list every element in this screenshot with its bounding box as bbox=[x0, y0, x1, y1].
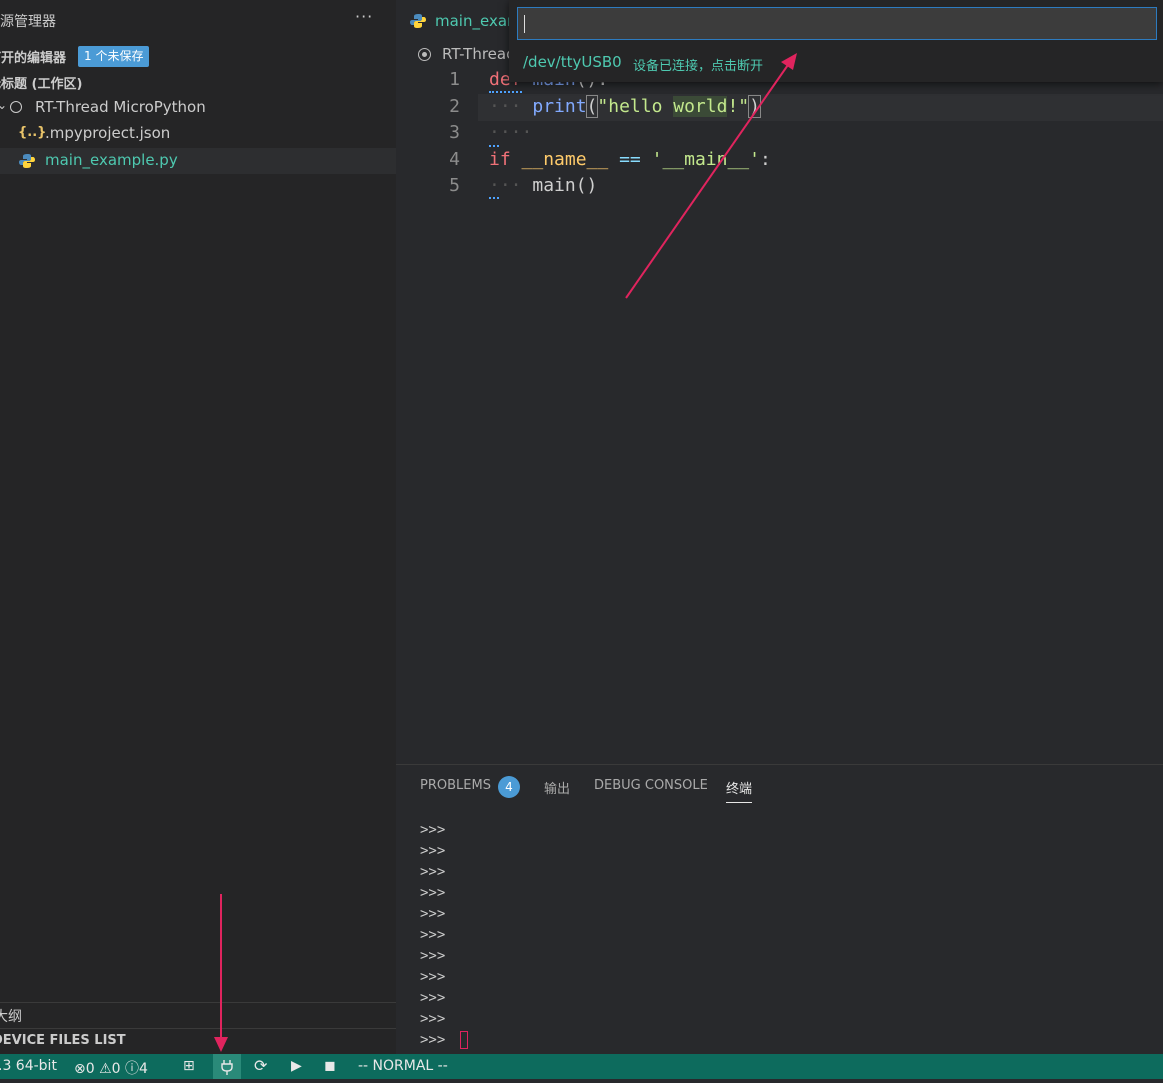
terminal-line: >>> bbox=[420, 990, 446, 1006]
python-interpreter[interactable]: .3 64-bit bbox=[0, 1058, 57, 1074]
add-square-icon[interactable]: ⊞ bbox=[183, 1058, 195, 1074]
lint-squiggle bbox=[489, 88, 522, 93]
json-icon: {..} bbox=[18, 125, 47, 140]
explorer-header: 资源管理器 ··· bbox=[0, 0, 396, 42]
outline-label: 大纲 bbox=[0, 1009, 22, 1025]
connect-device-button[interactable] bbox=[213, 1054, 241, 1079]
terminal-line: >>> bbox=[420, 864, 446, 880]
workspace-label: 无标题 (工作区) bbox=[0, 77, 83, 92]
bottom-panel: PROBLEMS 4 输出 DEBUG CONSOLE 终端 >>> >>> >… bbox=[396, 764, 1163, 1055]
text-cursor bbox=[524, 15, 525, 33]
tab-debug-console[interactable]: DEBUG CONSOLE bbox=[594, 778, 708, 793]
breadcrumb-text: RT-Threac bbox=[442, 45, 515, 63]
tree-item-project-folder[interactable]: ⌄ RT-Thread MicroPython bbox=[0, 95, 396, 121]
explorer-sidebar: 资源管理器 ··· 打开的编辑器 1 个未保存 无标题 (工作区) ⌄ RT-T… bbox=[0, 0, 396, 1054]
code-line-2[interactable]: ··· print("hello world!") bbox=[489, 95, 761, 118]
tab-problems[interactable]: PROBLEMS bbox=[420, 778, 491, 793]
terminal-line: >>> bbox=[420, 885, 446, 901]
workspace-section[interactable]: 无标题 (工作区) bbox=[0, 69, 396, 95]
run-icon[interactable]: ▶ bbox=[291, 1058, 302, 1074]
quick-pick-input[interactable] bbox=[517, 7, 1157, 40]
tab-label: main_exar bbox=[435, 12, 514, 30]
terminal-prompt[interactable]: >>> bbox=[420, 1032, 445, 1048]
plug-icon bbox=[221, 1060, 233, 1075]
info-icon: ⓘ bbox=[125, 1061, 140, 1077]
lint-squiggle bbox=[489, 142, 499, 147]
tab-terminal[interactable]: 终端 bbox=[726, 778, 753, 803]
target-icon bbox=[418, 48, 431, 61]
quick-pick-dropdown: /dev/ttyUSB0 设备已连接，点击断开 bbox=[509, 0, 1163, 82]
code-line-3[interactable]: ···· bbox=[489, 122, 532, 143]
sync-icon[interactable]: ⟳ bbox=[254, 1056, 267, 1075]
status-bar: .3 64-bit ⊗0 ⚠0 ⓘ4 ⊞ ⟳ ▶ ◼ -- NORMAL -- bbox=[0, 1054, 1163, 1079]
chevron-down-icon: ⌄ bbox=[0, 98, 8, 112]
open-editors-label: 打开的编辑器 bbox=[0, 51, 67, 66]
line-number: 5 bbox=[449, 175, 460, 196]
warning-icon: ⚠ bbox=[99, 1061, 112, 1077]
device-item-description[interactable]: 设备已连接，点击断开 bbox=[633, 55, 763, 74]
problems-summary[interactable]: ⊗0 ⚠0 ⓘ4 bbox=[74, 1058, 148, 1078]
terminal-line: >>> bbox=[420, 822, 446, 838]
terminal-line: >>> bbox=[420, 843, 446, 859]
python-icon bbox=[410, 14, 426, 28]
device-item-label[interactable]: /dev/ttyUSB0 bbox=[523, 53, 622, 71]
more-actions-icon[interactable]: ··· bbox=[355, 7, 373, 26]
explorer-title: 资源管理器 bbox=[0, 14, 56, 30]
problems-count-badge: 4 bbox=[498, 776, 520, 798]
tree-item-label: main_example.py bbox=[45, 151, 178, 169]
error-icon: ⊗ bbox=[74, 1061, 86, 1077]
unsaved-badge: 1 个未保存 bbox=[78, 46, 150, 67]
tree-item-label: .mpyproject.json bbox=[45, 124, 171, 142]
terminal-line: >>> bbox=[420, 906, 446, 922]
device-files-label: DEVICE FILES LIST bbox=[0, 1033, 126, 1048]
error-count: 0 bbox=[85, 1061, 95, 1077]
editor-area: main_exar RT-Threac 1 2 3 4 5 def main()… bbox=[396, 0, 1163, 764]
code-line-5[interactable]: ··· main() bbox=[489, 175, 597, 196]
device-files-section[interactable]: DEVICE FILES LIST bbox=[0, 1028, 396, 1055]
terminal-cursor bbox=[460, 1031, 468, 1049]
tree-item-main-example[interactable]: main_example.py bbox=[0, 148, 396, 174]
warning-count: 0 bbox=[111, 1061, 121, 1077]
tab-output[interactable]: 输出 bbox=[544, 778, 570, 797]
line-number: 3 bbox=[449, 122, 460, 143]
code-line-4[interactable]: if __name__ == '__main__': bbox=[489, 149, 771, 170]
terminal-line: >>> bbox=[420, 927, 446, 943]
python-icon bbox=[19, 154, 35, 168]
open-editors-section[interactable]: 打开的编辑器 1 个未保存 bbox=[0, 43, 396, 69]
tree-item-label: RT-Thread MicroPython bbox=[35, 98, 206, 116]
terminal-line: >>> bbox=[420, 948, 446, 964]
terminal-line: >>> bbox=[420, 1011, 446, 1027]
outline-section[interactable]: 大纲 bbox=[0, 1002, 396, 1027]
folder-circle-icon bbox=[10, 101, 22, 113]
line-number: 2 bbox=[449, 96, 460, 117]
stop-icon[interactable]: ◼ bbox=[324, 1058, 336, 1074]
lint-squiggle bbox=[489, 194, 499, 199]
info-count: 4 bbox=[139, 1061, 148, 1077]
vim-mode: -- NORMAL -- bbox=[358, 1058, 448, 1074]
line-number: 1 bbox=[449, 69, 460, 90]
tree-item-mpyproject[interactable]: {..} .mpyproject.json bbox=[0, 121, 396, 147]
line-number: 4 bbox=[449, 149, 460, 170]
terminal-line: >>> bbox=[420, 969, 446, 985]
